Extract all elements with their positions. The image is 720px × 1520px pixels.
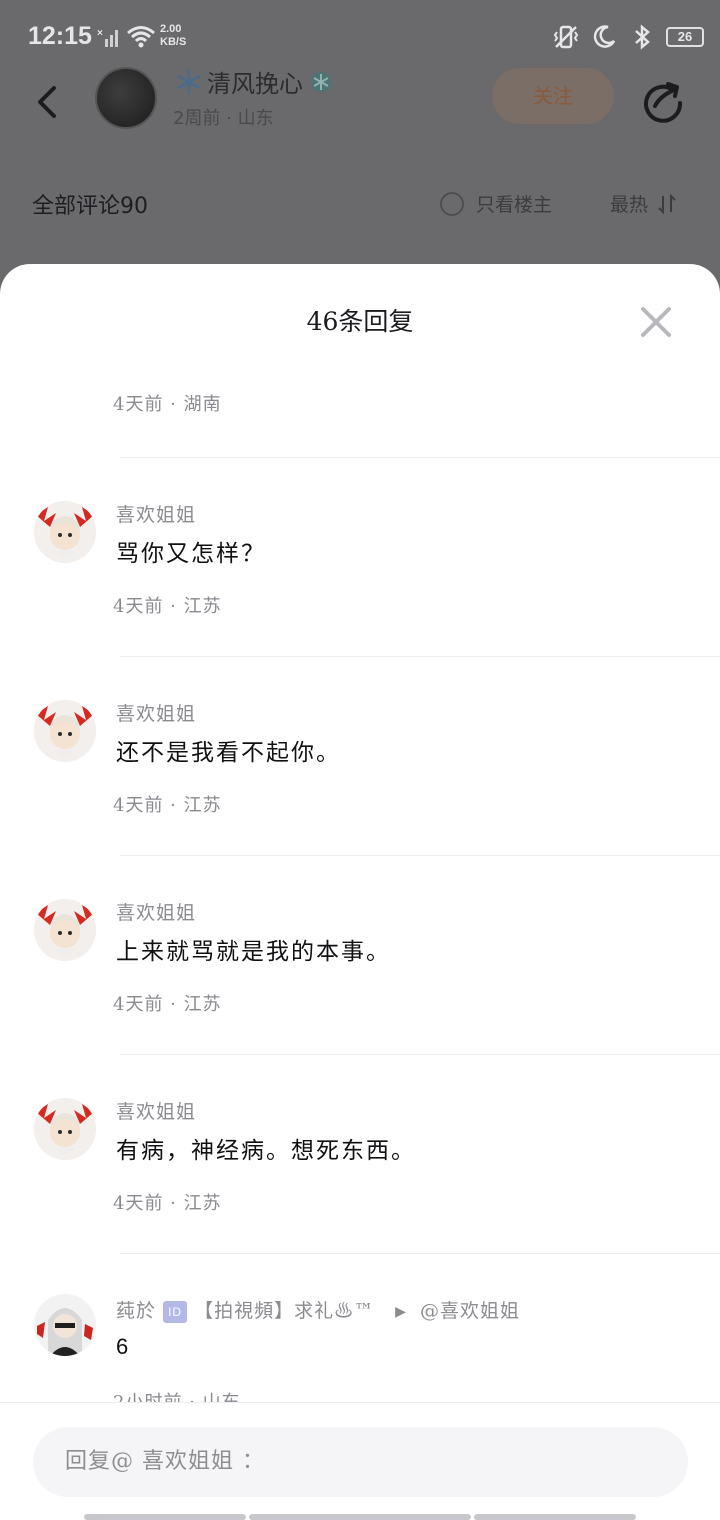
id-badge: ID — [163, 1301, 188, 1323]
comment-filter-bar: 全部评论90 只看楼主 最热 — [0, 180, 720, 230]
reply-text: 上来就骂就是我的本事。 — [116, 939, 391, 965]
author-name[interactable]: 清风挽心 — [207, 64, 303, 99]
avatar-image — [34, 899, 96, 961]
reply-text: 骂你又怎样？ — [116, 541, 266, 567]
bluetooth-icon — [635, 24, 650, 50]
net-speed-value: 2.00 — [160, 23, 182, 35]
avatar-image — [34, 700, 96, 762]
replies-sheet: 46条回复 4天前 · 湖南 喜欢姐姐 骂你又怎样？ 4天前 · 江苏 喜欢姐姐… — [0, 264, 720, 1520]
avatar[interactable] — [34, 700, 96, 762]
back-arrow-icon[interactable] — [30, 82, 66, 122]
reply-username[interactable]: 莼於 — [116, 1300, 156, 1322]
only-op-label: 只看楼主 — [476, 194, 553, 216]
status-time: 12:15 — [28, 22, 92, 50]
avatar-image — [34, 1294, 96, 1356]
avatar-image — [34, 501, 96, 563]
battery-icon: 26 — [666, 27, 704, 47]
sort-icon — [658, 193, 676, 214]
reply-to-user[interactable]: @喜欢姐姐 — [420, 1300, 520, 1322]
post-header: 清风挽心 2周前 · 山东 关注 — [0, 60, 720, 150]
reply-meta: 4天前 · 江苏 — [113, 596, 222, 617]
all-comments-title: 全部评论90 — [32, 194, 148, 219]
reply-item[interactable]: 喜欢姐姐 上来就骂就是我的本事。 4天前 · 江苏 — [0, 856, 720, 1055]
reply-text: 6 — [116, 1334, 129, 1359]
bottom-handle — [474, 1514, 636, 1520]
radio-icon[interactable] — [440, 191, 464, 216]
reply-item[interactable]: 莼於 ID 【拍視頻】求礼♨™ ▶ @喜欢姐姐 6 2小时前 · 山东 — [0, 1254, 720, 1402]
svg-text:×: × — [97, 28, 103, 39]
vibrate-icon — [553, 25, 579, 49]
reply-username[interactable]: 喜欢姐姐 — [116, 1097, 196, 1124]
reply-username[interactable]: 喜欢姐姐 — [116, 500, 196, 527]
reply-username-row: 莼於 ID 【拍視頻】求礼♨™ ▶ @喜欢姐姐 — [116, 1296, 520, 1323]
author-name-row: 清风挽心 — [175, 64, 335, 99]
reply-meta: 4天前 · 江苏 — [113, 795, 222, 816]
snowflake-icon — [311, 71, 331, 92]
background-page: 12:15 × 2.00 KB/S 26 清风挽心 2周前 · 山东 关注 全部… — [0, 0, 720, 300]
sheet-title: 46条回复 — [306, 307, 414, 336]
snowflake-icon — [177, 69, 201, 94]
reply-input[interactable]: 回复@ 喜欢姐姐 ： — [33, 1427, 688, 1497]
reply-meta: 4天前 · 湖南 — [113, 394, 222, 415]
reply-meta: 4天前 · 江苏 — [113, 994, 222, 1015]
reply-meta: 2小时前 · 山东 — [113, 1388, 241, 1402]
screen: 12:15 × 2.00 KB/S 26 清风挽心 2周前 · 山东 关注 全部… — [0, 0, 720, 1520]
signal-icon: × — [97, 28, 118, 47]
avatar-image — [34, 1098, 96, 1160]
post-meta: 2周前 · 山东 — [173, 108, 274, 129]
reply-text: 还不是我看不起你。 — [116, 740, 341, 766]
status-icons: 26 — [552, 22, 704, 52]
bottom-handle — [249, 1514, 471, 1520]
reply-item[interactable]: 喜欢姐姐 骂你又怎样？ 4天前 · 江苏 — [0, 458, 720, 657]
avatar[interactable] — [34, 501, 96, 563]
reply-meta: 4天前 · 江苏 — [113, 1193, 222, 1214]
avatar[interactable] — [34, 899, 96, 961]
share-icon[interactable] — [640, 78, 686, 124]
bottom-handle — [84, 1514, 246, 1520]
moon-icon — [593, 25, 616, 48]
reply-bar: 回复@ 喜欢姐姐 ： — [0, 1402, 720, 1520]
net-speed: 2.00 KB/S — [160, 23, 186, 49]
sort-button[interactable]: 最热 — [610, 190, 678, 217]
reply-item[interactable]: 喜欢姐姐 有病，神经病。想死东西。 4天前 · 江苏 — [0, 1055, 720, 1254]
close-icon[interactable] — [638, 304, 674, 340]
net-speed-unit: KB/S — [160, 36, 187, 48]
avatar[interactable] — [34, 1098, 96, 1160]
follow-button[interactable]: 关注 — [492, 68, 614, 124]
avatar[interactable] — [34, 1294, 96, 1356]
wifi-icon — [127, 26, 155, 48]
author-avatar[interactable] — [95, 67, 157, 129]
only-op-toggle[interactable]: 只看楼主 — [440, 190, 552, 217]
reply-item[interactable]: 喜欢姐姐 还不是我看不起你。 4天前 · 江苏 — [0, 657, 720, 856]
reply-username[interactable]: 喜欢姐姐 — [116, 898, 196, 925]
reply-text: 有病，神经病。想死东西。 — [116, 1138, 416, 1164]
sort-label: 最热 — [610, 194, 649, 216]
reply-list: 4天前 · 湖南 喜欢姐姐 骂你又怎样？ 4天前 · 江苏 喜欢姐姐 还不是我看… — [0, 364, 720, 1402]
reply-username-suffix[interactable]: 【拍視頻】求礼♨™ — [194, 1300, 374, 1322]
reply-username[interactable]: 喜欢姐姐 — [116, 699, 196, 726]
play-icon: ▶ — [395, 1304, 407, 1320]
